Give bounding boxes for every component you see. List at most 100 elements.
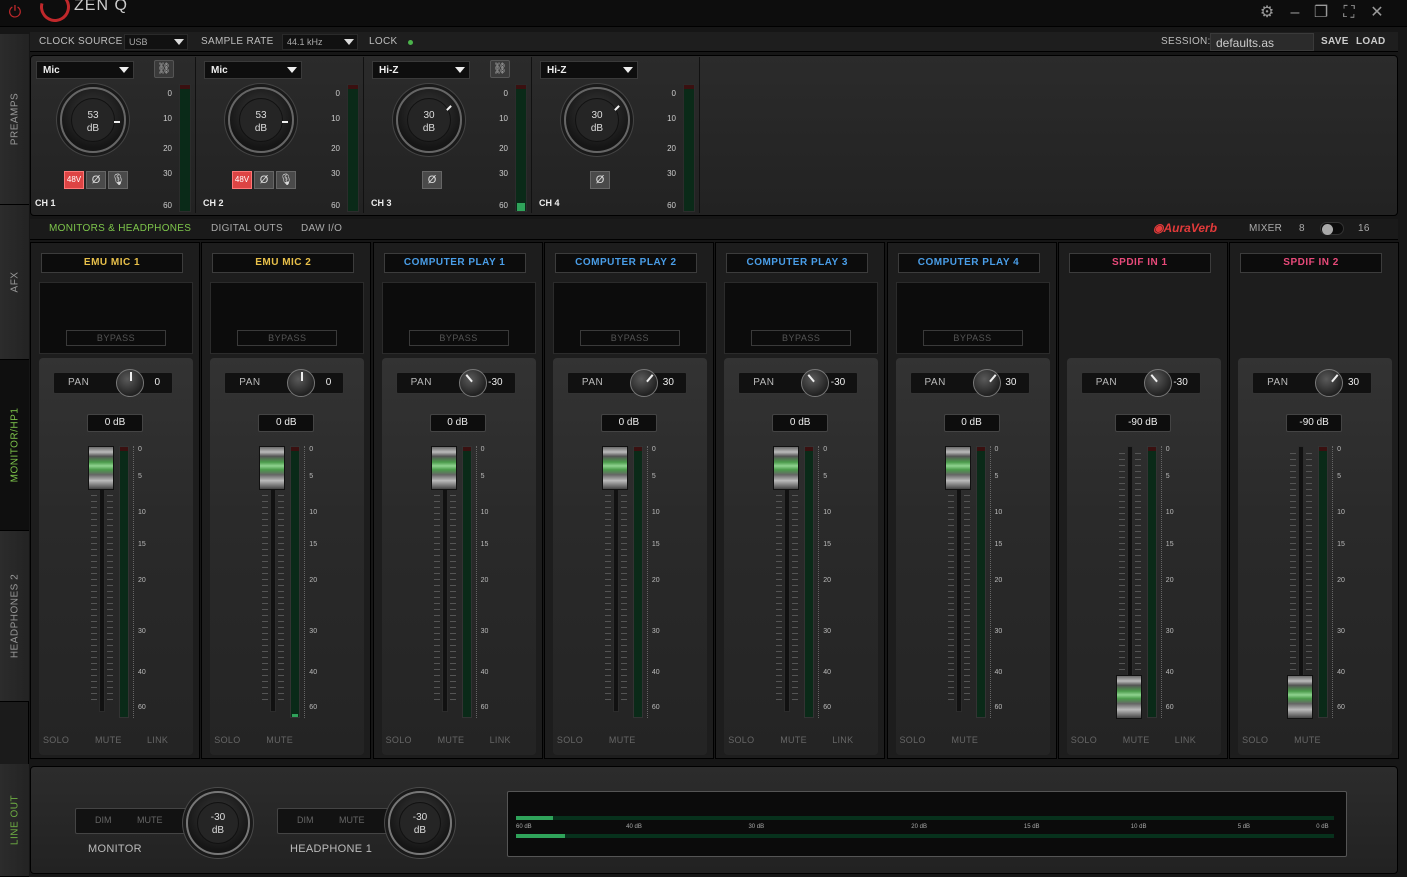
solo-button[interactable]: SOLO (1071, 735, 1097, 745)
close-icon[interactable]: ✕ (1366, 2, 1388, 24)
solo-button[interactable]: SOLO (386, 735, 412, 745)
gain-value-display[interactable]: 0 dB (258, 414, 315, 432)
mute-button[interactable]: MUTE (609, 735, 636, 745)
fader-track[interactable] (1126, 446, 1133, 712)
power-icon[interactable]: ⏻ (6, 4, 24, 22)
headphone-volume-knob[interactable]: -30 dB (388, 791, 452, 855)
fader-handle[interactable] (773, 446, 800, 490)
tab-digital-outs[interactable]: DIGITAL OUTS (211, 223, 283, 234)
preamp-input-select[interactable]: Hi-Z (372, 61, 470, 79)
preamp-input-select[interactable]: Mic (204, 61, 302, 79)
headphone-mute-button[interactable]: MUTE (339, 815, 365, 825)
solo-button[interactable]: SOLO (900, 735, 926, 745)
solo-button[interactable]: SOLO (1242, 735, 1268, 745)
effect-slot[interactable]: BYPASS (552, 282, 707, 354)
gear-icon[interactable]: ⚙ (1256, 2, 1278, 24)
mic-icon[interactable]: 🎙 (108, 171, 128, 189)
gain-value-display[interactable]: 0 dB (600, 414, 657, 432)
pan-knob[interactable] (801, 369, 830, 397)
fader-handle[interactable] (1115, 674, 1142, 719)
bypass-button[interactable]: BYPASS (579, 330, 680, 346)
mute-button[interactable]: MUTE (952, 735, 979, 745)
effect-slot[interactable]: BYPASS (895, 282, 1050, 354)
preamp-input-select[interactable]: Mic (36, 61, 134, 79)
phantom-48v-button[interactable]: 48V (64, 171, 84, 189)
preamp-gain-knob[interactable]: 53 dB (60, 87, 126, 153)
gain-value-display[interactable]: 0 dB (772, 414, 829, 432)
bypass-button[interactable]: BYPASS (408, 330, 509, 346)
preamp-gain-knob[interactable]: 53 dB (228, 87, 294, 153)
fader-handle[interactable] (1287, 674, 1314, 719)
mute-button[interactable]: MUTE (266, 735, 293, 745)
bypass-button[interactable]: BYPASS (237, 330, 338, 346)
pan-knob[interactable] (1315, 369, 1344, 397)
link-icon[interactable]: ⛓ (490, 60, 510, 78)
bypass-button[interactable]: BYPASS (922, 330, 1023, 346)
auraverb-button[interactable]: ◉AuraVerb (1153, 221, 1217, 235)
tab-headphones-2[interactable]: HEADPHONES 2 (0, 531, 29, 702)
link-button[interactable]: LINK (1175, 735, 1196, 745)
link-icon[interactable]: ⛓ (154, 60, 174, 78)
effect-slot[interactable]: BYPASS (210, 282, 365, 354)
gain-value-display[interactable]: 0 dB (87, 414, 143, 432)
sample-rate-select[interactable]: 44.1 kHz (282, 34, 358, 50)
tab-daw-io[interactable]: DAW I/O (301, 223, 342, 234)
effect-slot[interactable]: BYPASS (381, 282, 536, 354)
save-button[interactable]: SAVE (1321, 36, 1349, 47)
headphone-dim-button[interactable]: DIM (297, 815, 314, 825)
mute-button[interactable]: MUTE (95, 735, 122, 745)
monitor-volume-knob[interactable]: -30 dB (186, 791, 250, 855)
minimize-icon[interactable]: – (1284, 2, 1306, 24)
gain-value-display[interactable]: 0 dB (429, 414, 486, 432)
gain-value-display[interactable]: -90 dB (1114, 414, 1171, 432)
phase-invert-button[interactable]: Ø (86, 171, 106, 189)
fader-handle[interactable] (259, 446, 286, 490)
pan-knob[interactable] (629, 369, 658, 397)
solo-button[interactable]: SOLO (43, 735, 69, 745)
solo-button[interactable]: SOLO (557, 735, 583, 745)
clock-source-select[interactable]: USB (124, 34, 188, 50)
mute-button[interactable]: MUTE (780, 735, 807, 745)
mic-icon[interactable]: 🎙 (276, 171, 296, 189)
tab-monitors-headphones[interactable]: MONITORS & HEADPHONES (49, 223, 191, 234)
link-button[interactable]: LINK (832, 735, 853, 745)
load-button[interactable]: LOAD (1356, 36, 1386, 47)
pan-knob[interactable] (458, 369, 487, 397)
phase-invert-button[interactable]: Ø (422, 171, 442, 189)
preamp-input-select[interactable]: Hi-Z (540, 61, 638, 79)
bypass-button[interactable]: BYPASS (751, 330, 852, 346)
monitor-mute-button[interactable]: MUTE (137, 815, 163, 825)
pan-knob[interactable] (1143, 369, 1172, 397)
link-button[interactable]: LINK (490, 735, 511, 745)
fader-handle[interactable] (601, 446, 628, 490)
fader-handle[interactable] (430, 446, 457, 490)
session-name-field[interactable]: defaults.as (1210, 33, 1314, 51)
bypass-button[interactable]: BYPASS (66, 330, 166, 346)
mute-button[interactable]: MUTE (1123, 735, 1150, 745)
fader-handle[interactable] (88, 446, 114, 490)
solo-button[interactable]: SOLO (214, 735, 240, 745)
effect-slot[interactable]: BYPASS (39, 282, 193, 354)
mute-button[interactable]: MUTE (1294, 735, 1321, 745)
mixer-size-toggle[interactable] (1320, 222, 1344, 235)
monitor-dim-button[interactable]: DIM (95, 815, 112, 825)
phase-invert-button[interactable]: Ø (254, 171, 274, 189)
mute-button[interactable]: MUTE (438, 735, 465, 745)
link-button[interactable]: LINK (147, 735, 168, 745)
fader-track[interactable] (1298, 446, 1305, 712)
gain-value-display[interactable]: 0 dB (943, 414, 1000, 432)
effect-slot[interactable]: BYPASS (724, 282, 879, 354)
phase-invert-button[interactable]: Ø (590, 171, 610, 189)
tab-monitor-hp1[interactable]: MONITOR/HP1 (0, 360, 29, 531)
tab-line-out[interactable]: LINE OUT (0, 764, 29, 877)
pan-knob[interactable] (972, 369, 1001, 397)
tab-afx[interactable]: AFX (0, 205, 29, 360)
solo-button[interactable]: SOLO (728, 735, 754, 745)
tab-preamps[interactable]: PREAMPS (0, 34, 29, 205)
fullscreen-icon[interactable]: ⛶ (1338, 2, 1360, 24)
fader-handle[interactable] (944, 446, 971, 490)
gain-value-display[interactable]: -90 dB (1286, 414, 1343, 432)
preamp-gain-knob[interactable]: 30 dB (564, 87, 630, 153)
pan-knob[interactable] (116, 369, 144, 397)
preamp-gain-knob[interactable]: 30 dB (396, 87, 462, 153)
